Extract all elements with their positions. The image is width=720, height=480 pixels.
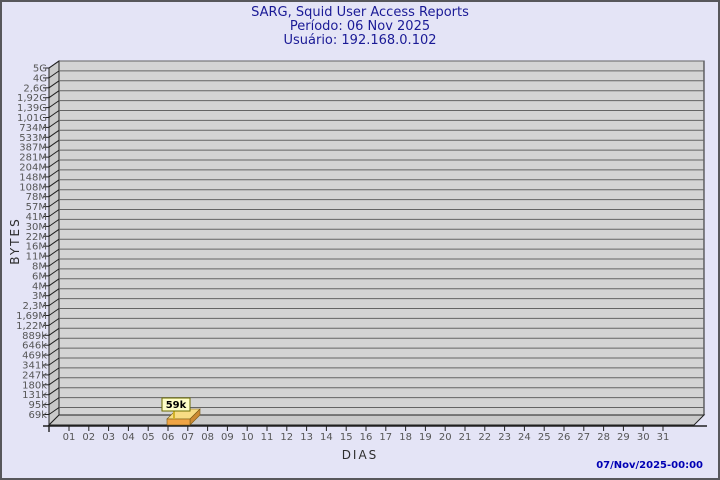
x-tick-label: 21	[459, 432, 472, 443]
x-tick-label: 07	[181, 432, 194, 443]
floor	[49, 415, 704, 425]
x-tick-label: 01	[63, 432, 76, 443]
x-tick-label: 27	[577, 432, 590, 443]
x-tick-label: 31	[657, 432, 670, 443]
x-tick-label: 09	[221, 432, 234, 443]
x-tick-label: 20	[439, 432, 452, 443]
x-tick-label: 11	[261, 432, 274, 443]
x-tick-label: 06	[162, 432, 175, 443]
x-tick-label: 16	[360, 432, 373, 443]
x-tick-label: 02	[82, 432, 95, 443]
y-tick-label: 69k	[28, 410, 47, 421]
x-tick-label: 15	[340, 432, 353, 443]
x-tick-label: 12	[280, 432, 293, 443]
x-tick-label: 08	[201, 432, 214, 443]
sarg-report-window: SARG, Squid User Access Reports Período:…	[0, 0, 720, 480]
generation-timestamp: 07/Nov/2025-00:00	[596, 460, 703, 471]
bar-front-face	[167, 419, 190, 425]
bar-value-label: 59k	[166, 400, 187, 411]
x-tick-label: 26	[558, 432, 571, 443]
x-tick-label: 25	[538, 432, 551, 443]
x-tick-label: 14	[320, 432, 333, 443]
x-tick-label: 29	[617, 432, 630, 443]
y-axis-title: BYTES	[7, 206, 23, 276]
x-tick-label: 03	[102, 432, 115, 443]
x-tick-label: 19	[419, 432, 432, 443]
x-tick-label: 22	[478, 432, 491, 443]
x-tick-label: 24	[518, 432, 531, 443]
x-tick-label: 18	[399, 432, 412, 443]
x-tick-label: 17	[379, 432, 392, 443]
x-tick-label: 30	[637, 432, 650, 443]
x-tick-label: 13	[300, 432, 313, 443]
bytes-per-day-bar-chart: 5G4G2,6G1,92G1,39G1,01G734M533M387M281M2…	[2, 2, 720, 480]
x-tick-label: 04	[122, 432, 135, 443]
plot-area	[59, 61, 704, 415]
x-tick-label: 05	[142, 432, 155, 443]
x-tick-label: 28	[597, 432, 610, 443]
x-tick-label: 10	[241, 432, 254, 443]
x-tick-label: 23	[498, 432, 511, 443]
